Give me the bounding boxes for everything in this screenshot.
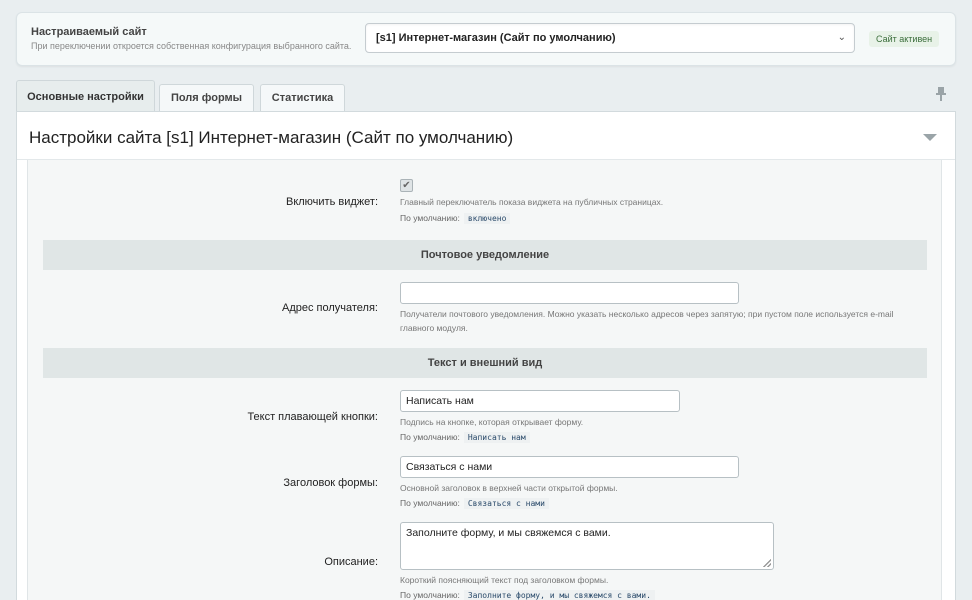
section-text-appearance: Текст и внешний вид xyxy=(43,348,927,378)
section-mail-notification: Почтовое уведомление xyxy=(43,240,927,270)
default-value: Связаться с нами xyxy=(463,498,549,509)
form-title-default: По умолчанию: Связаться с нами xyxy=(400,498,549,509)
recipient-help-line-2: главного модуля. xyxy=(400,323,468,333)
description-value: Заполните форму, и мы свяжемся с вами. xyxy=(406,527,611,539)
panel-title: Настройки сайта [s1] Интернет-магазин (С… xyxy=(29,128,514,147)
tab-statistics[interactable]: Статистика xyxy=(260,84,345,112)
default-value: Заполните форму, и мы свяжемся с вами. xyxy=(463,590,655,600)
button-text-label: Текст плавающей кнопки: xyxy=(247,411,378,423)
enable-widget-checkbox[interactable]: ✔ xyxy=(400,179,413,192)
site-select-value: [s1] Интернет-магазин (Сайт по умолчанию… xyxy=(376,32,616,44)
description-default: По умолчанию: Заполните форму, и мы свяже… xyxy=(400,590,655,600)
recipient-label: Адрес получателя: xyxy=(281,302,378,314)
site-selector-hint: При переключении откроется собственная к… xyxy=(31,41,352,51)
tab-main-settings[interactable]: Основные настройки xyxy=(16,80,155,112)
default-value: включено xyxy=(463,213,511,224)
default-label: По умолчанию: xyxy=(400,498,460,508)
enable-widget-help: Главный переключатель показа виджета на … xyxy=(400,197,664,207)
enable-widget-label: Включить виджет: xyxy=(285,196,378,208)
default-value: Написать нам xyxy=(463,432,530,443)
button-text-help: Подпись на кнопке, которая открывает фор… xyxy=(400,417,584,427)
recipient-help-line-1: Получатели почтового уведомления. Можно … xyxy=(400,309,894,319)
description-textarea[interactable]: Заполните форму, и мы свяжемся с вами. xyxy=(400,522,774,570)
settings-panel: Настройки сайта [s1] Интернет-магазин (С… xyxy=(16,111,956,600)
recipient-input[interactable] xyxy=(400,282,739,304)
pin-icon[interactable] xyxy=(934,86,948,102)
description-help: Короткий поясняющий текст под заголовком… xyxy=(400,575,609,585)
site-selector-title: Настраиваемый сайт xyxy=(31,26,147,38)
panel-header: Настройки сайта [s1] Интернет-магазин (С… xyxy=(17,112,955,160)
tab-form-fields[interactable]: Поля формы xyxy=(159,84,254,112)
chevron-down-icon: ⌄ xyxy=(837,32,846,43)
default-label: По умолчанию: xyxy=(400,213,460,223)
form-title-label: Заголовок формы: xyxy=(283,477,378,489)
site-select-dropdown[interactable]: [s1] Интернет-магазин (Сайт по умолчанию… xyxy=(365,23,855,53)
site-selector-card: Настраиваемый сайт При переключении откр… xyxy=(16,12,956,66)
default-label: По умолчанию: xyxy=(400,590,460,600)
enable-widget-default: По умолчанию: включено xyxy=(400,213,511,224)
button-text-input[interactable] xyxy=(400,390,680,412)
recipient-help: Получатели почтового уведомления. Можно … xyxy=(400,307,893,335)
resize-handle-icon[interactable] xyxy=(763,559,771,567)
button-text-default: По умолчанию: Написать нам xyxy=(400,432,530,443)
default-label: По умолчанию: xyxy=(400,432,460,442)
collapse-icon[interactable] xyxy=(923,134,937,141)
description-label: Описание: xyxy=(324,556,378,568)
site-status-badge: Сайт активен xyxy=(869,31,940,47)
form-title-help: Основной заголовок в верхней части откры… xyxy=(400,483,618,493)
form-title-input[interactable] xyxy=(400,456,739,478)
panel-body: Включить виджет: ✔ Главный переключатель… xyxy=(27,160,942,600)
